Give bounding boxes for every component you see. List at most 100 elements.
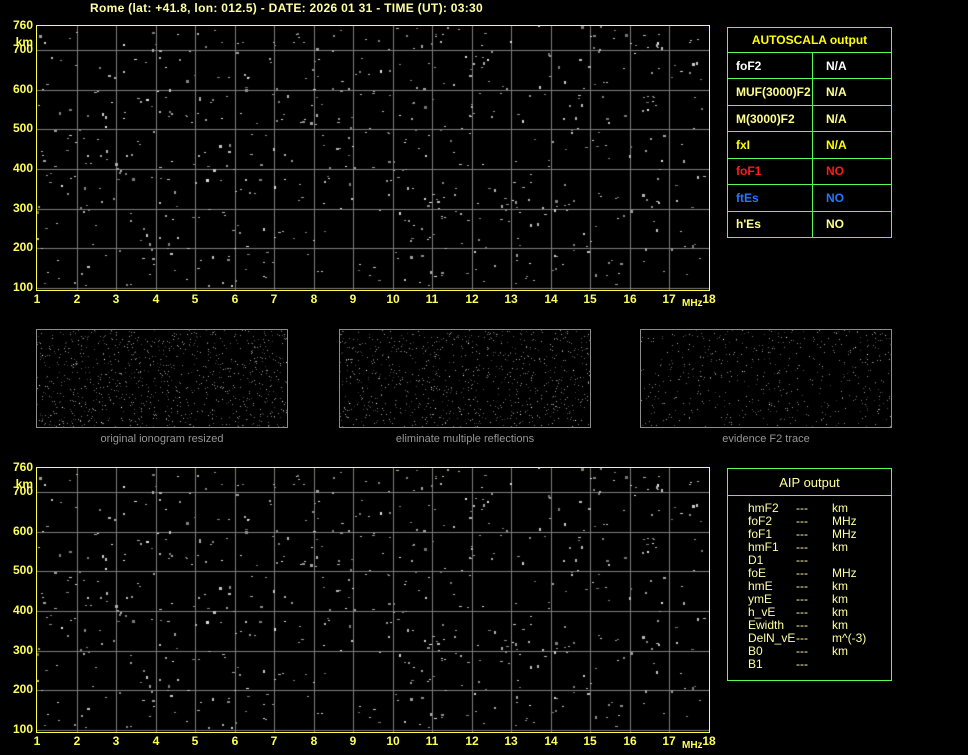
y-tick-label: 400 [12, 161, 33, 175]
autoscala-row-label: foF1 [728, 158, 813, 185]
y-tick-label: 200 [12, 240, 33, 254]
x-tick-label: 10 [386, 734, 400, 748]
autoscala-row-label: h'Es [728, 211, 813, 237]
aip-table-title: AIP output [728, 469, 891, 496]
km-unit-label: km [15, 35, 33, 49]
x-tick-label: 17 [662, 292, 676, 306]
x-tick-label: 12 [465, 734, 479, 748]
autoscala-row-label: M(3000)F2 [728, 105, 813, 132]
thumbnail-evidence-f2-trace [640, 329, 892, 428]
aip-row: DelN_vE --- m^(-3) [748, 632, 891, 645]
autoscala-output-table: AUTOSCALA output foF2 N/A MUF(3000)F2 N/A M(… [727, 27, 892, 238]
x-tick-label: 16 [623, 734, 637, 748]
x-tick-label: 9 [349, 292, 357, 306]
km-unit-label: km [15, 477, 33, 491]
x-tick-label: 8 [310, 292, 318, 306]
autoscala-row-label: fxI [728, 132, 813, 158]
x-tick-label: 15 [583, 292, 597, 306]
autoscala-row: ftEs NO [728, 185, 891, 212]
x-tick-label: 13 [504, 734, 518, 748]
x-tick-label: 11 [425, 292, 439, 306]
x-tick-label: 12 [465, 292, 479, 306]
autoscala-row: foF2 N/A [728, 53, 891, 80]
thumbnail-caption: eliminate multiple reflections [395, 433, 535, 445]
y-tick-label: 500 [12, 563, 33, 577]
aip-row-label: B1 [748, 657, 763, 671]
autoscala-row: M(3000)F2 N/A [728, 105, 891, 133]
autoscala-screen: Rome (lat: +41.8, lon: 012.5) - DATE: 20… [0, 0, 968, 755]
y-tick-label: 760 [12, 460, 33, 474]
aip-row-unit: km [832, 540, 848, 554]
x-tick-label: 2 [73, 292, 81, 306]
y-tick-label: 300 [12, 643, 33, 657]
aip-row: hmF1 --- km [748, 541, 891, 554]
autoscala-row-value: NO [826, 190, 844, 205]
aip-row-value: --- [796, 657, 808, 671]
aip-row-unit: km [832, 644, 848, 658]
x-tick-label: 11 [425, 734, 439, 748]
x-tick-label: 5 [191, 734, 199, 748]
autoscala-row-label: foF2 [728, 53, 813, 79]
x-tick-label: 5 [191, 292, 199, 306]
autoscala-row-value: N/A [826, 111, 847, 126]
ionogram-canvas-bottom [37, 468, 709, 732]
x-tick-label: 4 [152, 292, 160, 306]
ionogram-plot-bottom [36, 467, 710, 733]
aip-row: D1 --- [748, 554, 891, 567]
autoscala-row-value: NO [826, 217, 844, 232]
mhz-unit-label: MHz [682, 740, 703, 751]
autoscala-row-value: N/A [826, 85, 847, 100]
x-tick-label: 4 [152, 734, 160, 748]
ionogram-canvas-top [37, 26, 709, 290]
x-tick-label: 6 [231, 734, 239, 748]
autoscala-row: fxI N/A [728, 132, 891, 159]
x-tick-label: 1 [33, 292, 41, 306]
thumbnail-caption: original ionogram resized [100, 433, 224, 445]
y-tick-label: 300 [12, 201, 33, 215]
aip-output-table: AIP output hmF2 --- km foF2 --- MHz foF1 --- MHz… [727, 468, 892, 681]
x-tick-label: 14 [544, 734, 558, 748]
y-tick-label: 600 [12, 524, 33, 538]
y-tick-label: 200 [12, 682, 33, 696]
thumbnail-canvas [641, 330, 891, 427]
y-tick-label: 400 [12, 603, 33, 617]
x-tick-label: 7 [270, 292, 278, 306]
x-tick-label: 10 [386, 292, 400, 306]
ionogram-plot-top [36, 25, 710, 291]
x-tick-label: 16 [623, 292, 637, 306]
autoscala-row-label: ftEs [728, 185, 813, 211]
autoscala-row-label: MUF(3000)F2 [728, 79, 813, 105]
aip-table-rows: hmF2 --- km foF2 --- MHz foF1 --- MHz hmF1 --- km D1… [728, 496, 891, 671]
thumbnail-canvas [37, 330, 287, 427]
x-tick-label: 8 [310, 734, 318, 748]
autoscala-table-rows: foF2 N/A MUF(3000)F2 N/A M(3000)F2 N/A fxI N/A f… [728, 53, 891, 237]
thumbnail-caption: evidence F2 trace [722, 433, 810, 445]
x-tick-label: 6 [231, 292, 239, 306]
aip-row: B0 --- km [748, 645, 891, 658]
x-tick-label: 1 [33, 734, 41, 748]
autoscala-row-value: NO [826, 164, 844, 179]
x-tick-label: 9 [349, 734, 357, 748]
thumbnail-canvas [340, 330, 590, 427]
y-tick-label: 500 [12, 121, 33, 135]
autoscala-table-title: AUTOSCALA output [728, 28, 891, 53]
autoscala-row: foF1 NO [728, 158, 891, 186]
thumbnail-original-ionogram [36, 329, 288, 428]
x-tick-label: 14 [544, 292, 558, 306]
x-tick-label: 15 [583, 734, 597, 748]
mhz-unit-label: MHz [682, 298, 703, 309]
thumbnail-eliminate-reflections [339, 329, 591, 428]
autoscala-row-value: N/A [826, 137, 847, 152]
y-tick-label: 600 [12, 82, 33, 96]
x-tick-label: 17 [662, 734, 676, 748]
x-tick-label: 7 [270, 734, 278, 748]
aip-row-unit [832, 658, 891, 671]
x-tick-label: 3 [112, 292, 120, 306]
page-title: Rome (lat: +41.8, lon: 012.5) - DATE: 20… [90, 1, 483, 15]
x-tick-label: 2 [73, 734, 81, 748]
y-tick-label: 760 [12, 18, 33, 32]
autoscala-row: h'Es NO [728, 211, 891, 237]
autoscala-row-value: N/A [826, 58, 847, 73]
autoscala-row: MUF(3000)F2 N/A [728, 79, 891, 106]
x-tick-label: 13 [504, 292, 518, 306]
